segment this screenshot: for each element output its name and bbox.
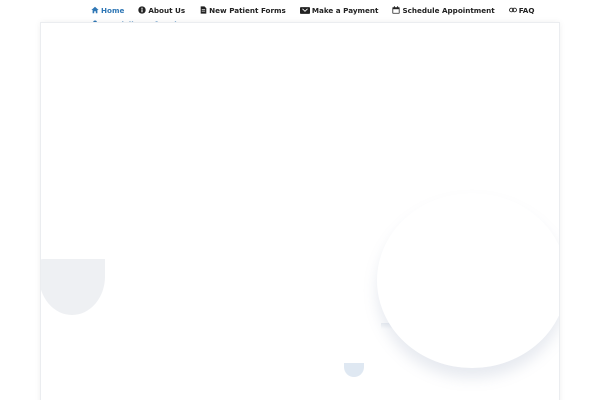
nav-item-make-a-payment[interactable]: Make a Payment	[299, 6, 380, 15]
page: Home About Us New Patient Forms Make a P…	[0, 0, 600, 400]
decorative-leaf-shape	[41, 259, 105, 315]
nav-item-label: Home	[101, 5, 125, 15]
nav-item-schedule-appointment[interactable]: Schedule Appointment	[391, 6, 495, 15]
nav-item-label: About Us	[148, 5, 186, 15]
credit-card-icon	[299, 6, 310, 14]
content-card	[40, 22, 560, 400]
decorative-circle-shape	[377, 193, 559, 368]
decorative-blob-shape	[344, 363, 364, 377]
main-navigation: Home About Us New Patient Forms Make a P…	[90, 3, 534, 17]
nav-item-home[interactable]: Home	[90, 6, 125, 15]
nav-item-about-us[interactable]: About Us	[137, 6, 186, 15]
nav-item-new-patient-forms[interactable]: New Patient Forms	[198, 6, 287, 15]
info-circle-icon	[138, 6, 147, 14]
nav-item-label: New Patient Forms	[209, 5, 286, 15]
link-icon	[508, 6, 517, 14]
nav-item-label: FAQ	[518, 5, 535, 15]
nav-item-label: Schedule Appointment	[402, 5, 495, 15]
nav-item-faq[interactable]: FAQ	[508, 6, 536, 15]
calendar-icon	[392, 6, 401, 14]
document-icon	[199, 6, 207, 14]
nav-item-label: Make a Payment	[311, 5, 379, 15]
home-icon	[91, 6, 99, 14]
